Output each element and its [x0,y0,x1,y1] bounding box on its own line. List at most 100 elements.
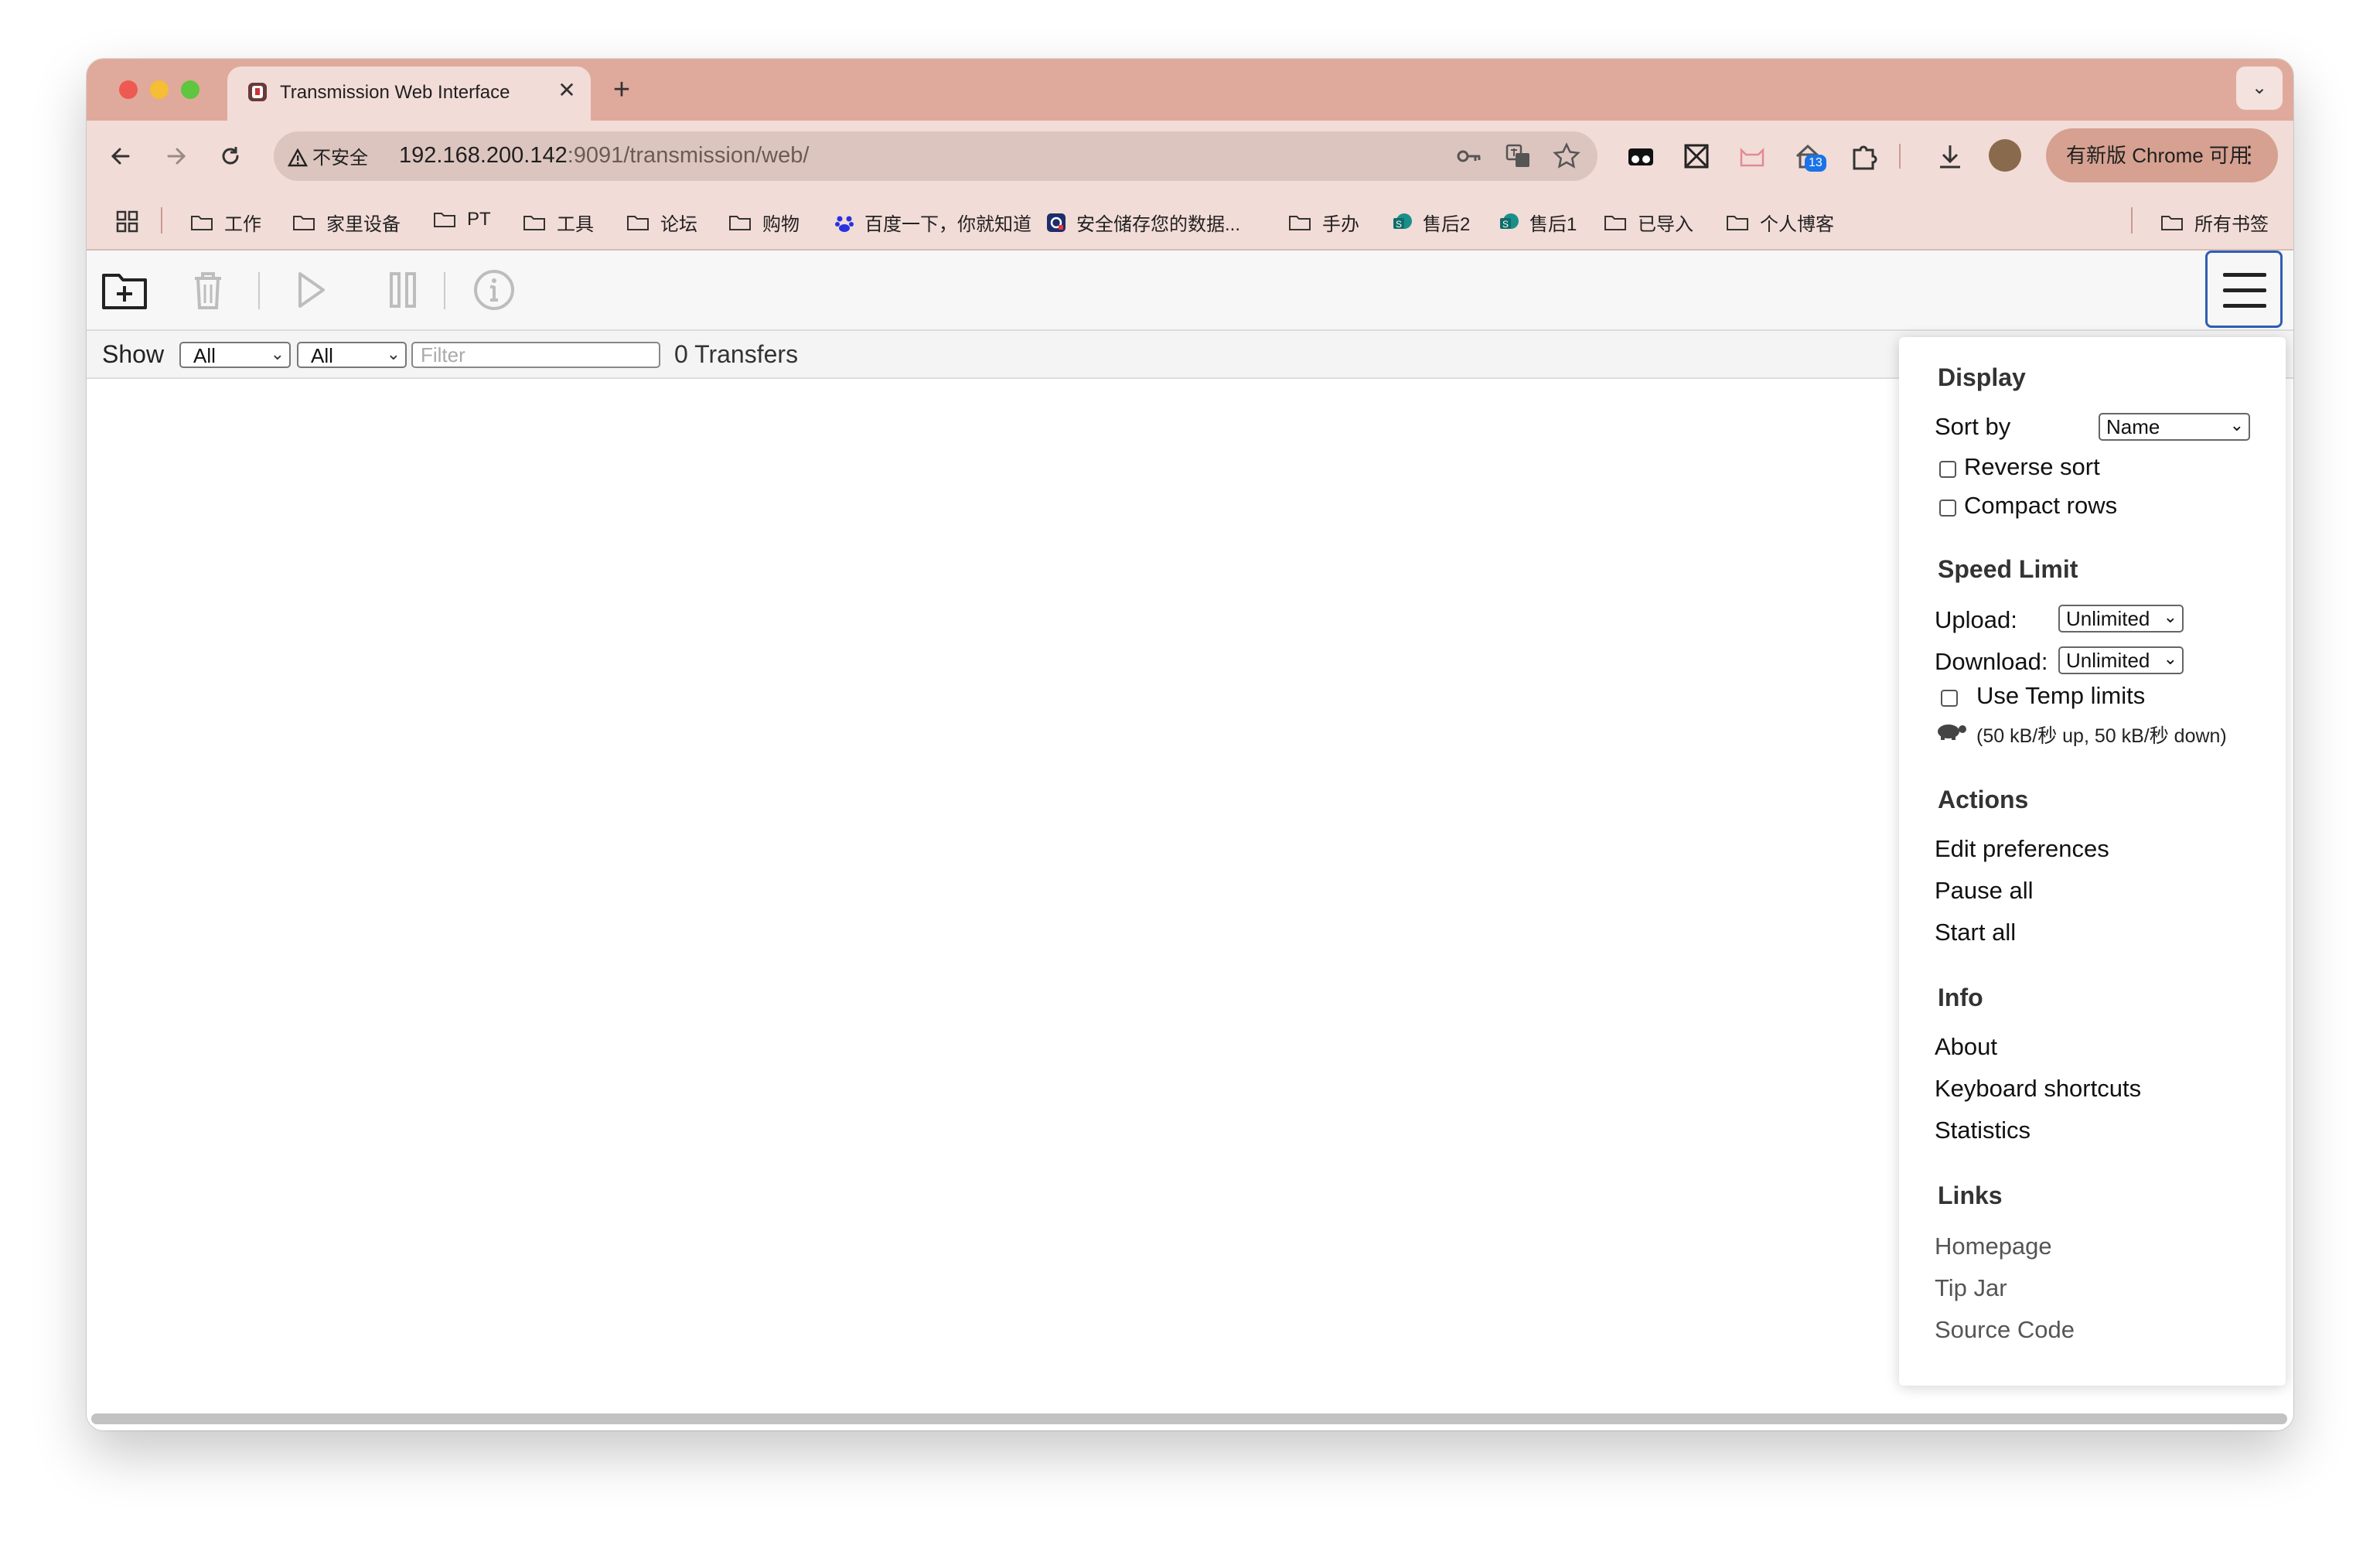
bookmark-item[interactable]: 个人博客 [1726,209,1834,236]
address-bar[interactable]: 不安全 192.168.200.142:9091/transmission/we… [274,131,1597,181]
open-torrent-icon[interactable] [99,264,150,315]
reload-icon [222,147,239,165]
bookmark-item[interactable]: S 售后1 [1499,209,1577,236]
main-menu-button[interactable] [2205,251,2283,328]
bookmark-item[interactable]: 工具 [523,209,594,236]
svg-text:S: S [1502,219,1509,230]
pause-icon[interactable] [377,264,428,315]
homepage-link[interactable]: Homepage [1935,1233,2052,1260]
page-content: Show All ⌄ All ⌄ Filter 0 Transfers Displa… [87,251,2293,1430]
bookmark-label: 工具 [557,214,594,235]
tab-transmission[interactable]: Transmission Web Interface ✕ [227,66,591,121]
hamburger-line [2223,304,2266,308]
bookmark-item[interactable]: 安全储存您的数据... [1045,209,1240,236]
minimize-window-button[interactable] [150,80,169,99]
trash-icon[interactable] [182,264,234,315]
about-item[interactable]: About [1935,1033,1997,1061]
bookmark-label: 安全储存您的数据... [1076,214,1241,235]
bookmark-label: 个人博客 [1760,214,1834,235]
state-filter-select[interactable]: All ⌄ [179,342,291,368]
bookmark-label: 售后1 [1529,214,1577,235]
profile-avatar[interactable] [1989,139,2021,172]
arrow-left-icon [111,148,130,165]
bookmark-item[interactable]: 家里设备 [292,209,401,236]
chevron-down-icon: ⌄ [2163,649,2177,668]
edit-preferences-item[interactable]: Edit preferences [1935,835,2109,863]
translate-icon[interactable] [1503,141,1534,172]
url-text: 192.168.200.142:9091/transmission/web/ [399,143,809,169]
update-chrome-button[interactable]: 有新版 Chrome 可用 ⋮ [2046,128,2278,182]
statistics-item[interactable]: Statistics [1935,1117,2031,1144]
reverse-sort-checkbox[interactable] [1939,461,1956,478]
source-code-link[interactable]: Source Code [1935,1316,2075,1344]
bookmark-label: 家里设备 [326,214,401,235]
bookmark-item[interactable]: S 售后2 [1392,209,1470,236]
compact-rows-checkbox[interactable] [1939,500,1956,517]
start-all-item[interactable]: Start all [1935,919,2016,946]
download-icon[interactable] [1933,139,1967,173]
extensions-puzzle-icon[interactable] [1846,139,1880,173]
bookmarks-divider [2131,207,2133,234]
tab-search-button[interactable]: ⌄ [2236,66,2283,110]
folder-icon [627,215,649,230]
apps-grid-icon[interactable] [116,210,139,234]
bookmark-item[interactable]: 论坛 [626,209,697,236]
bookmark-item[interactable]: PT [433,209,491,230]
forward-button[interactable] [156,136,196,176]
bookmark-item[interactable]: 手办 [1288,209,1359,236]
security-chip[interactable]: 不安全 [287,142,368,169]
bookmark-star-icon[interactable] [1551,141,1582,172]
temp-limits-checkbox[interactable] [1941,690,1958,707]
new-tab-button[interactable]: + [606,75,637,107]
temp-limits-label: Use Temp limits [1976,682,2146,709]
info-heading: Info [1938,984,1983,1011]
display-heading: Display [1938,363,2026,391]
baidu-icon [835,216,854,232]
sort-by-select[interactable]: Name ⌄ [2099,413,2250,441]
turtle-icon [1938,725,1966,740]
keyboard-shortcuts-item[interactable]: Keyboard shortcuts [1935,1075,2141,1103]
bookmark-label: 工作 [224,214,261,235]
play-icon[interactable] [285,264,336,315]
temp-limits-detail: (50 kB/秒 up, 50 kB/秒 down) [1976,725,2227,747]
bookmark-item[interactable]: 百度一下，你就知道 [834,209,1031,236]
upload-limit-value: Unlimited [2066,607,2150,630]
links-heading: Links [1938,1181,2003,1209]
chevron-down-icon: ⌄ [270,344,285,363]
extension-crop-icon[interactable] [1679,139,1713,173]
chevron-down-icon: ⌄ [386,344,401,363]
extension-glasses-icon[interactable] [1624,139,1658,173]
actions-heading: Actions [1938,786,2029,813]
all-bookmarks-button[interactable]: 所有书签 [2160,209,2269,236]
folder-icon [523,215,545,230]
back-button[interactable] [101,136,141,176]
tab-close-icon[interactable]: ✕ [554,77,580,104]
tracker-filter-select[interactable]: All ⌄ [297,342,407,368]
extension-cat-icon[interactable] [1735,139,1769,173]
bookmark-item[interactable]: 购物 [728,209,800,236]
maximize-window-button[interactable] [181,80,199,99]
url-path: :9091/transmission/web/ [567,143,810,168]
bookmark-label: 已导入 [1638,214,1693,235]
password-key-icon[interactable] [1454,141,1485,172]
close-window-button[interactable] [119,80,138,99]
browser-toolbar: 不安全 192.168.200.142:9091/transmission/we… [87,121,2293,192]
extension-home-icon[interactable]: 13 [1791,139,1826,173]
bookmark-label: PT [467,209,491,230]
bookmark-item[interactable]: 已导入 [1604,209,1693,236]
transfers-count: 0 Transfers [674,340,799,368]
info-icon[interactable] [469,264,520,315]
upload-limit-select[interactable]: Unlimited ⌄ [2058,605,2184,632]
tab-strip: Transmission Web Interface ✕ + ⌄ [87,59,2293,121]
tip-jar-link[interactable]: Tip Jar [1935,1274,2007,1302]
show-label: Show [102,340,165,368]
tab-title: Transmission Web Interface [280,82,510,103]
download-limit-select[interactable]: Unlimited ⌄ [2058,646,2184,674]
filter-input[interactable]: Filter [411,342,660,368]
bookmark-label: 手办 [1322,214,1359,235]
pause-all-item[interactable]: Pause all [1935,877,2034,905]
horizontal-scrollbar[interactable] [91,1413,2287,1424]
reload-button[interactable] [210,136,251,176]
bookmark-label: 售后2 [1423,214,1471,235]
bookmark-item[interactable]: 工作 [190,209,261,236]
